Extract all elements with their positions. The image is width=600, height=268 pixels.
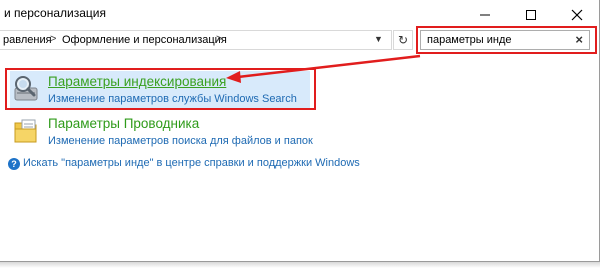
annotation-arrow <box>226 54 421 83</box>
control-panel-window: и персонализация равления > Оформление и… <box>0 0 600 262</box>
window-shadow <box>0 262 600 268</box>
